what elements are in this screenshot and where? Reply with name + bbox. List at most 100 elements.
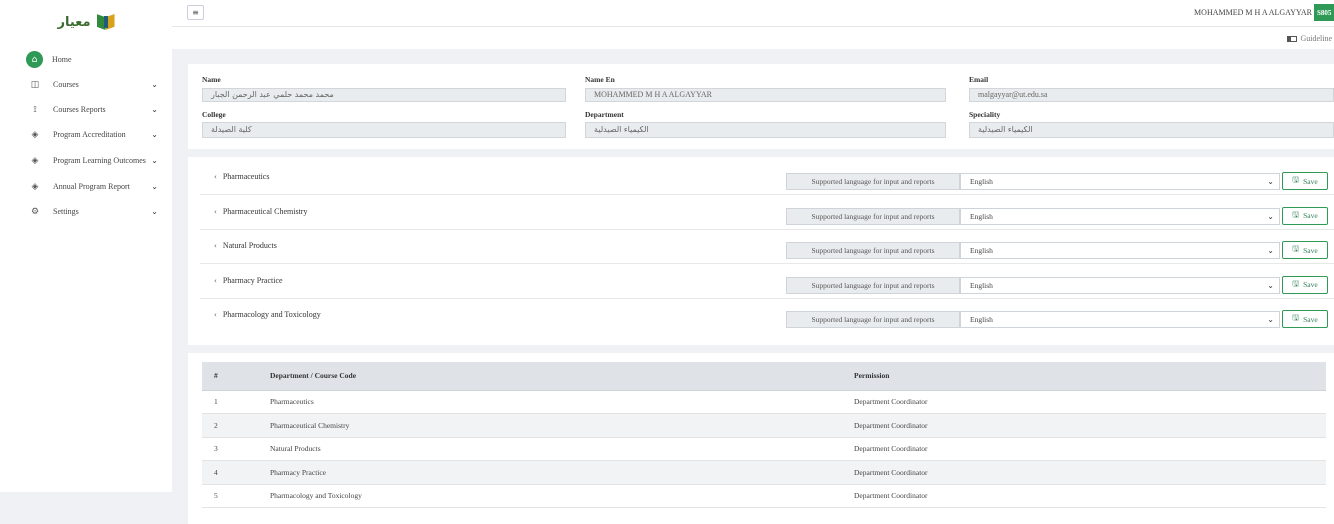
email-field: malgayyar@ut.edu.sa [969,88,1334,102]
speciality-field: الكيمياء الصيدلية [969,122,1334,138]
save-button[interactable]: 🖫 Save [1282,241,1328,259]
chevron-down-icon: ⌄ [151,207,158,216]
save-button[interactable]: 🖫 Save [1282,310,1328,328]
menu-toggle-button[interactable]: ≡ [187,5,204,20]
language-input-label: Supported language for input and reports [786,173,960,190]
sidebar-item-courses[interactable]: ◫ Courses ⌄ [0,72,172,97]
college-field: كلية الصيدلة [202,122,566,138]
row-number: 2 [202,413,258,438]
language-selected-value: English [970,246,993,255]
save-label: Save [1303,211,1318,220]
report-icon: ⟟ [33,104,37,115]
save-label: Save [1303,245,1318,255]
table-row: 5 Pharmacology and Toxicology Department C… [202,484,1326,508]
save-icon: 🖫 [1292,244,1300,253]
sidebar-item-label: Program Learning Outcomes [53,156,146,165]
layers-icon: ◈ [31,129,39,140]
save-label: Save [1303,280,1318,289]
menu-icon: ≡ [192,8,199,17]
sidebar-item-home[interactable]: ⌂ Home [0,47,172,72]
sidebar-item-label: Settings [53,207,79,216]
permissions-table: # Department / Course Code Permission 1P… [202,362,1326,508]
department-toggle[interactable]: ‹ Natural Products [214,241,277,250]
chevron-down-icon: ⌄ [1267,280,1274,290]
language-input-label: Supported language for input and reports [786,276,960,294]
language-select[interactable]: English ⌄ [960,242,1280,259]
sidebar-item-program-accreditation[interactable]: ◈ Program Accreditation ⌄ [0,122,172,147]
app-logo[interactable]: معيار [0,0,172,44]
chevron-down-icon: ⌄ [1267,246,1274,255]
chevron-down-icon: ⌄ [151,156,158,165]
language-row: ‹ Natural Products Supported language for … [200,230,1334,264]
logo-text: معيار [57,14,91,30]
language-select[interactable]: English ⌄ [960,276,1280,294]
row-department: Pharmacology and Toxicology [258,484,842,508]
chevron-left-icon: ‹ [214,173,217,181]
row-permission: Department Coordinator [842,413,1326,438]
chevron-down-icon: ⌄ [1267,211,1274,221]
sidebar-item-courses-reports[interactable]: ⟟ Courses Reports ⌄ [0,97,172,122]
chevron-left-icon: ‹ [214,276,217,285]
home-icon: ⌂ [26,51,43,68]
top-bar: ≡ MOHAMMED M H A ALGAYYAR S805 [172,0,1334,27]
chevron-down-icon: ⌄ [151,130,158,139]
guideline-link[interactable]: Guideline [1287,34,1332,43]
email-label: Email [969,75,989,84]
language-settings-card: ‹ Pharmaceutics Supported language for inp… [188,157,1334,345]
chevron-left-icon: ‹ [214,207,217,216]
gear-icon: ⚙ [30,206,40,217]
save-icon: 🖫 [1292,278,1300,288]
row-permission: Department Coordinator [842,437,1326,461]
table-row: 2 Pharmaceutical Chemistry Department Coor… [202,413,1326,438]
sub-bar: Guideline [172,27,1334,49]
row-permission: Department Coordinator [842,484,1326,508]
sidebar-item-label: Program Accreditation [53,130,126,139]
department-toggle[interactable]: ‹ Pharmacology and Toxicology [214,310,321,319]
name-label: Name [202,75,221,84]
row-number: 5 [202,484,258,508]
permissions-card: # Department / Course Code Permission 1P… [188,353,1334,524]
department-toggle[interactable]: ‹ Pharmacy Practice [214,276,283,285]
save-icon: 🖫 [1292,313,1300,322]
department-name: Pharmacology and Toxicology [222,310,321,319]
sidebar-item-annual-program-report[interactable]: ◈ Annual Program Report ⌄ [0,174,172,199]
user-badge[interactable]: S805 [1314,4,1334,21]
name-field: محمد محمد حلمي عبد الرحمن الجبار [202,88,566,102]
user-name[interactable]: MOHAMMED M H A ALGAYYAR [1194,8,1312,17]
chevron-left-icon: ‹ [214,311,217,319]
language-select[interactable]: English ⌄ [960,207,1280,225]
language-row: ‹ Pharmaceutics Supported language for inp… [200,161,1334,195]
sidebar-nav: ⌂ Home ◫ Courses ⌄ ⟟ Courses Reports ⌄ ◈ Program … [0,47,172,224]
save-button[interactable]: 🖫 Save [1282,206,1328,225]
sidebar: معيار ⌂ Home ◫ Courses ⌄ ⟟ Courses Reports ⌄ ◈ Pr… [0,0,172,492]
language-selected-value: English [970,211,993,221]
department-field: الكيمياء الصيدلية [585,122,946,138]
row-department: Pharmaceutics [258,390,842,414]
row-number: 4 [202,460,258,485]
chevron-down-icon: ⌄ [151,105,158,114]
row-permission: Department Coordinator [842,460,1326,485]
layers-icon: ◈ [31,155,39,166]
sidebar-item-label: Courses Reports [53,105,106,114]
save-button[interactable]: 🖫 Save [1282,275,1328,294]
department-name: Pharmaceutical Chemistry [222,206,308,216]
save-button[interactable]: 🖫 Save [1282,172,1328,190]
row-department: Pharmacy Practice [258,460,842,485]
language-select[interactable]: English ⌄ [960,311,1280,328]
profile-card: Name محمد محمد حلمي عبد الرحمن الجبار Na… [188,64,1334,149]
language-select[interactable]: English ⌄ [960,173,1280,190]
sidebar-item-program-learning-outcomes[interactable]: ◈ Program Learning Outcomes ⌄ [0,147,172,174]
guideline-label: Guideline [1300,34,1332,43]
row-number: 1 [202,390,258,414]
language-input-label: Supported language for input and reports [786,242,960,259]
chevron-down-icon: ⌄ [1267,315,1274,324]
department-toggle[interactable]: ‹ Pharmaceutical Chemistry [214,207,307,216]
language-row: ‹ Pharmacology and Toxicology Supported la… [200,299,1334,333]
department-toggle[interactable]: ‹ Pharmaceutics [214,172,269,181]
chevron-down-icon: ⌄ [151,182,158,191]
language-row: ‹ Pharmaceutical Chemistry Supported langu… [200,196,1334,230]
sidebar-item-settings[interactable]: ⚙ Settings ⌄ [0,199,172,224]
column-header-number: # [202,362,258,391]
save-icon: 🖫 [1292,209,1300,219]
chevron-down-icon: ⌄ [1267,177,1274,186]
